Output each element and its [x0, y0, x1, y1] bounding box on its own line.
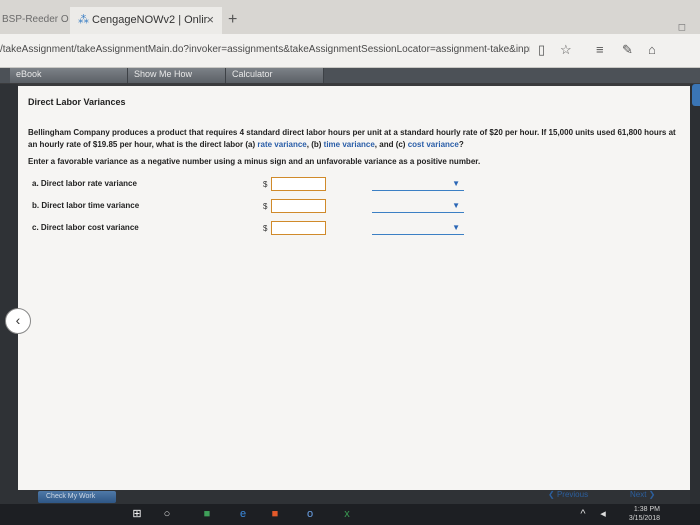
rate-variance-input[interactable]: [271, 177, 326, 191]
check-my-work-label: Check My Work: [46, 493, 96, 500]
rate-variance-term: rate variance: [257, 140, 307, 149]
web-note-icon[interactable]: ✎: [622, 42, 633, 58]
right-rail: [690, 84, 700, 504]
time-variance-term: time variance: [323, 140, 375, 149]
cost-variance-select[interactable]: ▼: [372, 223, 464, 235]
system-tray-icon[interactable]: ^: [576, 508, 590, 521]
row-label: c. Direct labor cost variance: [32, 223, 139, 232]
assignment-toolbar: eBook Show Me How Calculator: [0, 68, 700, 83]
next-button[interactable]: Next ❯: [630, 490, 655, 499]
rate-variance-select[interactable]: ▼: [372, 179, 464, 191]
store-icon[interactable]: ■: [200, 508, 214, 521]
cost-variance-term: cost variance: [407, 140, 459, 149]
next-label: Next: [630, 490, 647, 499]
left-rail: [0, 84, 18, 504]
problem-text-mid: , (b): [306, 140, 324, 149]
ebook-button[interactable]: eBook: [10, 68, 128, 83]
windows-start-icon[interactable]: ⊞: [130, 508, 144, 521]
problem-title: Direct Labor Variances: [28, 97, 126, 107]
os-taskbar: ⊞ ○ ■ e ■ o x ^ ◂ 1:38 PM 3/15/2018: [0, 504, 700, 525]
dropdown-arrow-icon: ▼: [452, 201, 460, 210]
calculator-label: Calculator: [232, 69, 273, 79]
previous-label: Previous: [556, 490, 589, 499]
problem-text-and: , and (c): [374, 140, 408, 149]
outlook-icon[interactable]: o: [303, 508, 317, 521]
problem-text-end: ?: [458, 140, 464, 149]
row-label: a. Direct labor rate variance: [32, 179, 137, 188]
excel-icon[interactable]: x: [340, 508, 354, 521]
taskbar-clock[interactable]: 1:38 PM 3/15/2018: [629, 505, 660, 523]
show-me-how-button[interactable]: Show Me How: [128, 68, 226, 83]
favorite-star-icon[interactable]: ☆: [560, 42, 572, 58]
instructions: Enter a favorable variance as a negative…: [28, 157, 481, 166]
clock-date: 3/15/2018: [628, 515, 660, 522]
new-tab-button[interactable]: +: [228, 11, 237, 29]
edge-icon[interactable]: e: [236, 508, 250, 521]
currency-symbol: $: [263, 224, 268, 233]
tab-active-label: CengageNOWv2 | Onlir: [92, 14, 208, 26]
back-arrow-button[interactable]: ‹: [5, 308, 31, 334]
answer-row-cost: c. Direct labor cost variance $ ▼: [32, 221, 464, 237]
volume-icon[interactable]: ◂: [596, 508, 610, 521]
reading-view-icon[interactable]: ▯: [538, 42, 545, 58]
bottom-bar: Check My Work ❮ Previous Next ❯: [18, 490, 690, 504]
currency-symbol: $: [263, 180, 268, 189]
currency-symbol: $: [263, 202, 268, 211]
share-icon[interactable]: ⌂: [648, 42, 656, 57]
address-bar: /takeAssignment/takeAssignmentMain.do?in…: [0, 34, 700, 68]
question-panel: Direct Labor Variances Bellingham Compan…: [5, 86, 690, 491]
search-icon[interactable]: ○: [160, 508, 174, 521]
chevron-left-icon: ❮: [548, 490, 557, 499]
dropdown-arrow-icon: ▼: [452, 223, 460, 232]
app-icon[interactable]: ■: [268, 508, 282, 521]
answer-row-time: b. Direct labor time variance $ ▼: [32, 199, 464, 215]
time-variance-select[interactable]: ▼: [372, 201, 464, 213]
chevron-right-icon: ❯: [646, 490, 656, 499]
chevron-left-icon: ‹: [15, 312, 21, 328]
previous-button[interactable]: ❮ Previous: [548, 490, 588, 499]
check-my-work-button[interactable]: Check My Work: [38, 491, 116, 503]
side-panel-tab[interactable]: [692, 84, 700, 106]
window-control-icon[interactable]: ◻: [678, 22, 686, 33]
browser-tab-bar: BSP-Reeder O ⁂ CengageNOWv2 | Onlir × + …: [0, 0, 700, 34]
cost-variance-input[interactable]: [271, 221, 326, 235]
calculator-button[interactable]: Calculator: [226, 68, 324, 83]
close-tab-icon[interactable]: ×: [206, 7, 214, 33]
hub-icon[interactable]: ≡: [596, 42, 604, 57]
tab-active[interactable]: ⁂ CengageNOWv2 | Onlir ×: [70, 7, 222, 34]
clock-time: 1:38 PM: [633, 506, 660, 513]
url-field[interactable]: /takeAssignment/takeAssignmentMain.do?in…: [0, 44, 530, 55]
ebook-label: eBook: [16, 69, 42, 79]
show-me-how-label: Show Me How: [134, 69, 193, 79]
answer-row-rate: a. Direct labor rate variance $ ▼: [32, 177, 464, 193]
dropdown-arrow-icon: ▼: [452, 179, 460, 188]
time-variance-input[interactable]: [271, 199, 326, 213]
row-label: b. Direct labor time variance: [32, 201, 140, 210]
loading-spinner-icon: ⁂: [78, 14, 89, 26]
tab-inactive[interactable]: BSP-Reeder O: [0, 9, 70, 31]
problem-text: Bellingham Company produces a product th…: [28, 127, 683, 151]
